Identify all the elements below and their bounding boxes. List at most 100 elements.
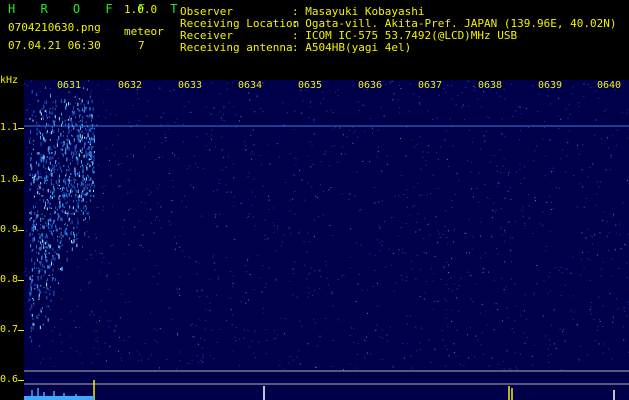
burst-speck: [61, 243, 63, 247]
burst-speck: [45, 246, 47, 249]
noise-speck: [596, 181, 598, 183]
burst-speck: [46, 130, 48, 133]
noise-speck: [559, 158, 561, 160]
burst-speck: [58, 174, 60, 177]
noise-speck: [420, 268, 422, 270]
burst-speck: [77, 161, 79, 165]
burst-speck: [72, 185, 74, 188]
burst-speck: [49, 264, 51, 269]
noise-speck: [98, 271, 100, 273]
burst-speck: [87, 133, 89, 136]
noise-speck: [547, 348, 549, 350]
noise-speck: [520, 353, 521, 355]
noise-speck: [262, 265, 264, 267]
burst-speck: [62, 267, 64, 271]
burst-speck: [93, 159, 95, 162]
burst-speck: [45, 201, 46, 206]
noise-speck: [533, 159, 534, 161]
noise-speck: [299, 320, 301, 322]
burst-speck: [43, 164, 45, 169]
burst-speck: [73, 180, 75, 184]
noise-speck: [402, 342, 404, 344]
noise-speck: [603, 111, 605, 112]
noise-speck: [346, 136, 348, 138]
noise-speck: [454, 194, 456, 196]
noise-speck: [25, 274, 27, 276]
noise-speck: [232, 283, 234, 285]
noise-speck: [415, 278, 417, 280]
noise-speck: [587, 251, 589, 253]
burst-speck: [49, 202, 51, 205]
noise-speck: [353, 132, 355, 134]
burst-speck: [78, 153, 80, 157]
noise-speck: [445, 91, 447, 93]
noise-speck: [215, 294, 217, 296]
noise-speck: [128, 273, 130, 275]
burst-speck: [43, 107, 45, 110]
noise-speck: [36, 203, 38, 205]
noise-speck: [552, 207, 554, 209]
burst-speck: [66, 157, 68, 162]
noise-speck: [595, 119, 597, 121]
noise-speck: [160, 142, 162, 144]
noise-speck: [406, 276, 408, 278]
noise-speck: [555, 187, 557, 188]
burst-speck: [39, 132, 41, 134]
noise-speck: [484, 140, 486, 142]
noise-speck: [335, 127, 337, 129]
noise-speck: [458, 310, 460, 312]
burst-speck: [38, 270, 40, 274]
burst-speck: [38, 293, 40, 297]
burst-speck: [38, 184, 40, 188]
noise-speck: [205, 145, 207, 147]
burst-speck: [84, 132, 86, 134]
noise-speck: [71, 129, 72, 131]
noise-speck: [596, 254, 598, 256]
noise-speck: [509, 187, 511, 189]
noise-speck: [552, 167, 554, 169]
noise-speck: [492, 217, 494, 219]
noise-speck: [423, 151, 425, 153]
noise-speck: [566, 155, 568, 157]
noise-speck: [290, 232, 292, 234]
burst-speck: [31, 166, 33, 171]
noise-speck: [309, 272, 311, 274]
noise-speck: [326, 110, 328, 112]
burst-speck: [43, 225, 45, 229]
noise-speck: [582, 252, 583, 254]
burst-speck: [31, 249, 33, 252]
burst-speck: [49, 139, 51, 141]
noise-speck: [133, 268, 135, 270]
noise-speck: [244, 150, 246, 152]
noise-speck: [323, 98, 325, 100]
noise-speck: [610, 154, 612, 156]
noise-speck: [462, 104, 464, 106]
noise-speck: [233, 275, 234, 277]
noise-speck: [45, 291, 47, 293]
burst-speck: [79, 98, 81, 100]
noise-speck: [247, 257, 249, 259]
noise-speck: [594, 340, 596, 342]
noise-speck: [417, 213, 419, 214]
noise-speck: [578, 102, 580, 104]
noise-speck: [349, 267, 351, 269]
noise-speck: [380, 106, 382, 108]
noise-speck: [505, 286, 507, 288]
burst-speck: [84, 154, 86, 157]
noise-speck: [355, 301, 357, 302]
noise-speck: [580, 345, 582, 347]
noise-speck: [127, 179, 129, 181]
noise-speck: [105, 109, 107, 111]
noise-speck: [206, 295, 208, 297]
noise-speck: [521, 113, 523, 115]
burst-speck: [66, 193, 67, 197]
burst-speck: [55, 99, 57, 104]
burst-speck: [47, 189, 49, 193]
noise-speck: [247, 299, 249, 301]
noise-speck: [357, 343, 359, 345]
noise-speck: [613, 214, 614, 216]
noise-speck: [49, 88, 51, 89]
noise-speck: [70, 347, 72, 349]
noise-speck: [453, 352, 455, 353]
noise-speck: [486, 116, 488, 118]
